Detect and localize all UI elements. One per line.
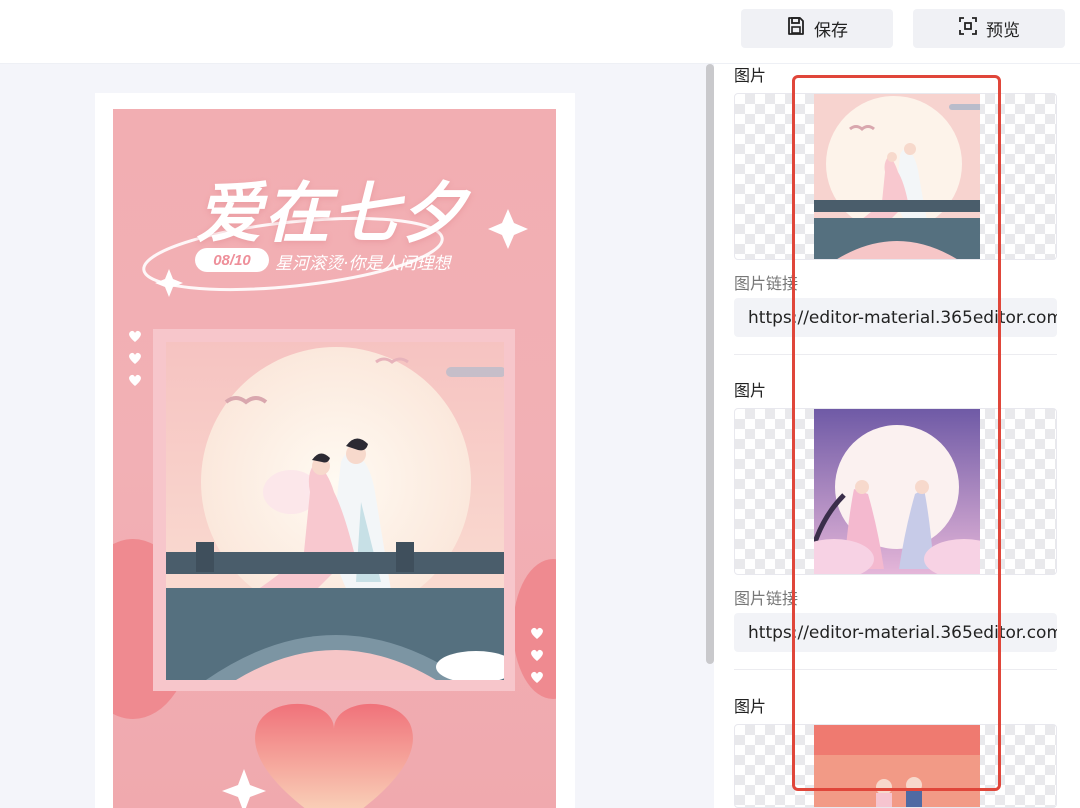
floppy-disk-icon: [786, 16, 806, 41]
poster-subtitle[interactable]: 星河滚烫·你是人间理想: [275, 249, 450, 274]
preview-button-label: 预览: [986, 21, 1020, 41]
poster-main-image[interactable]: [166, 342, 504, 680]
heart-icon: [129, 352, 141, 364]
heart-icon: [531, 671, 543, 683]
preview-frame-icon: [958, 16, 978, 41]
heart-icon: [129, 330, 141, 342]
image-link-label: 图片链接: [734, 274, 799, 293]
top-toolbar: 保存 预览: [0, 0, 1080, 64]
poster-date-badge[interactable]: 08/10: [195, 248, 269, 272]
preview-button[interactable]: 预览: [913, 9, 1065, 48]
poster-title[interactable]: 爱在七夕: [196, 160, 476, 256]
canvas-scrollbar[interactable]: [706, 64, 714, 664]
image-section-label: 图片: [734, 66, 767, 85]
heart-icon: [531, 649, 543, 661]
heart-icon: [129, 374, 141, 386]
image-section-label: 图片: [734, 697, 767, 716]
save-button-label: 保存: [814, 21, 848, 41]
heart-decoration-left: [127, 328, 145, 388]
couple-on-bridge-illustration: [166, 342, 504, 680]
heart-icon: [531, 627, 543, 639]
image-section-label: 图片: [734, 381, 767, 400]
highlight-annotation-box: [792, 75, 1001, 791]
heart-decoration-right: [529, 625, 547, 685]
save-button[interactable]: 保存: [741, 9, 893, 48]
image-link-label: 图片链接: [734, 589, 799, 608]
